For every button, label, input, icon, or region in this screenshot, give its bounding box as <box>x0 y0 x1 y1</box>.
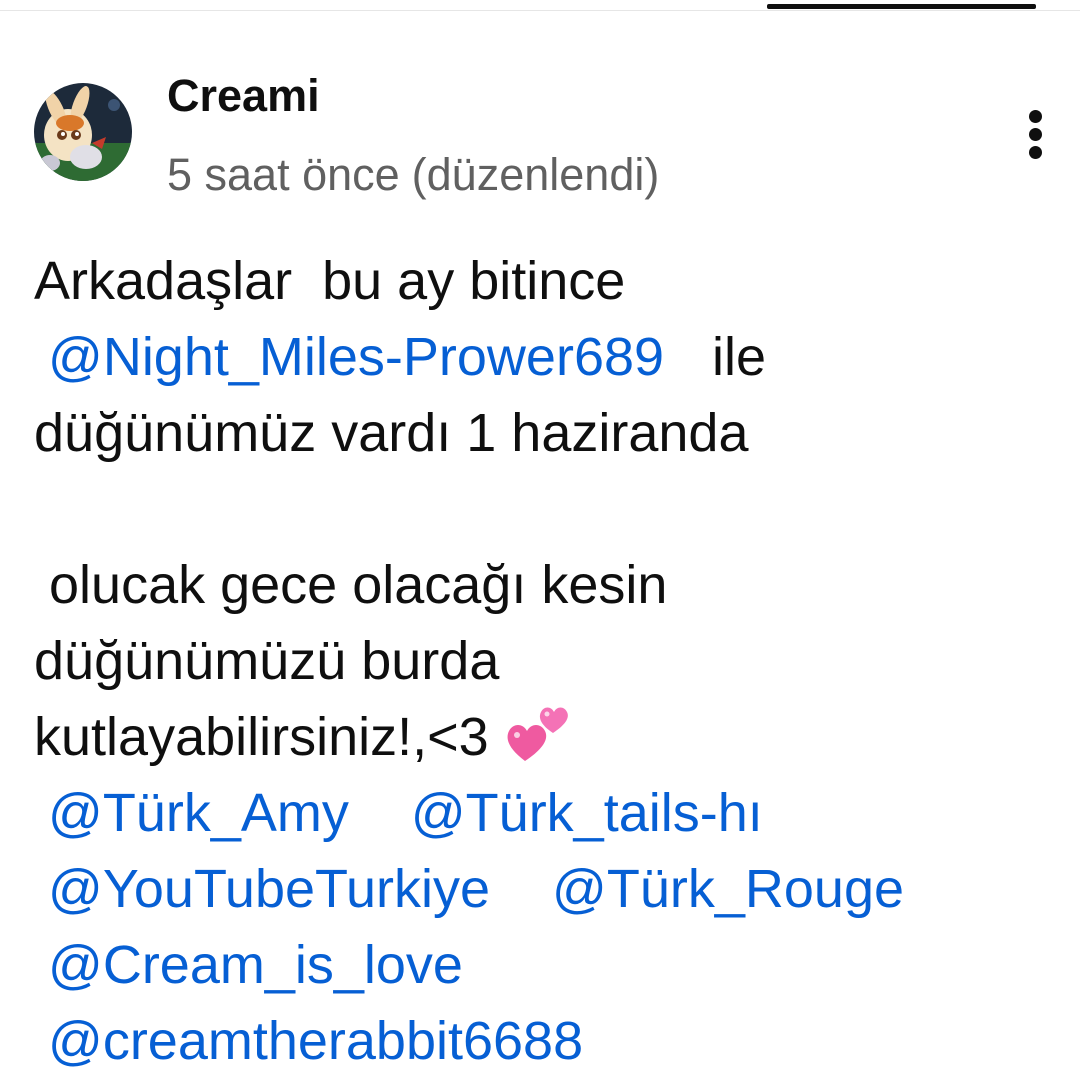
comment-line: @YouTubeTurkiye @Türk_Rouge <box>34 851 1064 927</box>
comment-line: düğünümüz vardı 1 haziranda <box>34 395 1064 471</box>
mention-link[interactable]: @creamtherabbit6688 <box>48 1011 583 1071</box>
comment-text-line: düğünümüzü burda <box>34 631 500 691</box>
comment-text: Arkadaşlar bu ay bitince @Night_Miles-Pr… <box>34 243 1064 1079</box>
author-name[interactable]: Creami <box>167 70 320 122</box>
comment-page: Creami 5 saat önce (düzenlendi) Arkadaşla… <box>0 0 1080 1080</box>
mention-link[interactable]: @Türk_Amy <box>48 783 349 843</box>
comment-text-line: olucak gece olacağı kesin <box>34 555 668 615</box>
active-tab-indicator <box>767 4 1036 9</box>
comment-line: @Cream_is_love <box>34 927 1064 1003</box>
kebab-menu-icon-dot <box>1029 146 1042 159</box>
kebab-menu-icon <box>1029 110 1042 123</box>
comment-text-line: ile <box>712 327 767 387</box>
avatar-image <box>34 83 132 181</box>
comment-text-line: Arkadaşlar bu ay bitince <box>34 251 626 311</box>
comment-line: olucak gece olacağı kesin <box>34 547 1064 623</box>
mention-link[interactable]: @Türk_tails-hı <box>411 783 763 843</box>
comment-blank-line <box>34 471 1064 547</box>
comment-line: @Night_Miles-Prower689 ile <box>34 319 1064 395</box>
comment-line: @creamtherabbit6688 <box>34 1003 1064 1079</box>
revolving-hearts-icon <box>507 707 568 761</box>
comment-text-line: kutlayabilirsiniz!,<3 <box>34 707 489 767</box>
comment-meta: 5 saat önce (düzenlendi) <box>167 149 659 201</box>
comment-line: kutlayabilirsiniz!,<3 <box>34 699 1064 775</box>
comment-text-line: düğünümüz vardı 1 haziranda <box>34 403 749 463</box>
timestamp: 5 saat önce <box>167 149 400 200</box>
kebab-menu-icon-dot <box>1029 128 1042 141</box>
avatar[interactable] <box>34 83 132 181</box>
comment-line: @Türk_Amy @Türk_tails-hı <box>34 775 1064 851</box>
mention-link[interactable]: @Night_Miles-Prower689 <box>48 327 664 387</box>
mention-link[interactable]: @YouTubeTurkiye <box>48 859 490 919</box>
comment-line: düğünümüzü burda <box>34 623 1064 699</box>
comment-line: Arkadaşlar bu ay bitince <box>34 243 1064 319</box>
mention-link[interactable]: @Cream_is_love <box>48 935 463 995</box>
more-options-button[interactable] <box>1012 102 1060 162</box>
mention-link[interactable]: @Türk_Rouge <box>552 859 904 919</box>
top-divider <box>0 10 1080 11</box>
edited-label: (düzenlendi) <box>411 149 660 200</box>
